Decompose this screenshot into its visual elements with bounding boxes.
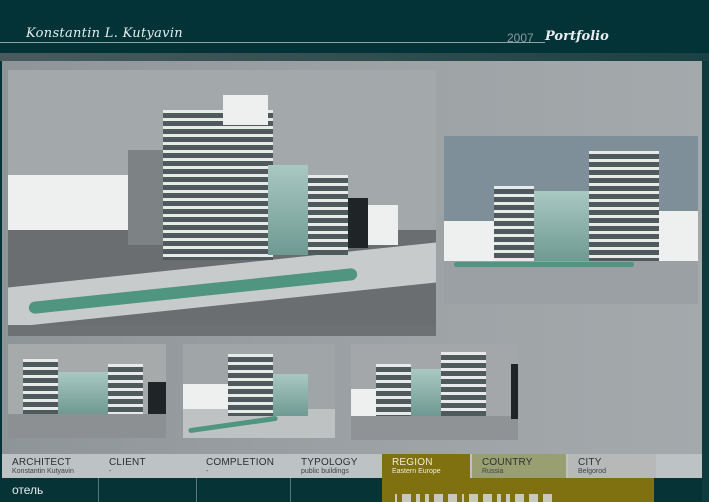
typology-label: TYPOLOGY — [301, 457, 358, 468]
bar — [448, 494, 457, 502]
city-label: CITY — [578, 457, 602, 468]
bar — [462, 494, 464, 502]
decorative-bars — [395, 494, 552, 502]
building-left — [376, 364, 411, 416]
completion-value: - — [206, 468, 209, 475]
project-info-bar: ARCHITECT Konstantin Kutyavin CLIENT - C… — [2, 454, 702, 502]
region-value: Eastern Europe — [392, 468, 441, 475]
architect-label: ARCHITECT — [12, 457, 72, 468]
building-wing-right — [308, 175, 348, 255]
building-atrium — [268, 165, 308, 255]
plaza — [444, 261, 698, 304]
bar — [434, 494, 443, 502]
bar — [402, 494, 411, 502]
portfolio-year: 2007 — [507, 31, 534, 45]
info-architect: ARCHITECT Konstantin Kutyavin — [2, 454, 99, 478]
bar — [395, 494, 397, 502]
portfolio-title: Portfolio — [545, 29, 609, 44]
side-render-image[interactable] — [444, 136, 698, 304]
background-building-right — [654, 211, 698, 266]
building-tower — [228, 354, 273, 416]
bar — [497, 494, 501, 502]
background-building — [444, 221, 494, 266]
road — [8, 414, 166, 438]
bar — [469, 494, 478, 502]
client-label: CLIENT — [109, 457, 146, 468]
typology-value: public buildings — [301, 468, 349, 475]
neighbour-building-2 — [368, 205, 398, 245]
bar — [515, 494, 524, 502]
building-tower — [163, 110, 273, 260]
author-name: Konstantin L. Kutyavin — [26, 26, 183, 41]
architect-value: Konstantin Kutyavin — [12, 468, 74, 475]
building-wing-left — [128, 150, 168, 245]
thumbnail-front[interactable] — [8, 344, 166, 438]
grass-strip — [454, 262, 634, 267]
header-band — [0, 53, 709, 61]
header: Konstantin L. Kutyavin 2007 Portfolio — [0, 0, 709, 53]
road — [351, 416, 518, 440]
region-label: REGION — [392, 457, 433, 468]
building-right — [108, 364, 143, 414]
header-divider — [0, 42, 545, 43]
country-value: Russia — [482, 468, 504, 475]
main-render-image[interactable] — [8, 70, 436, 336]
building-tower-right — [589, 151, 659, 261]
project-name: отель — [12, 483, 44, 497]
bar — [543, 494, 552, 502]
completion-label: COMPLETION — [206, 457, 275, 468]
neighbour-building — [148, 382, 166, 414]
info-country: COUNTRY Russia — [472, 454, 566, 478]
info-typology: TYPOLOGY public buildings — [291, 454, 381, 478]
info-completion: COMPLETION - — [196, 454, 291, 478]
building-atrium — [534, 191, 589, 261]
footer-divider — [196, 478, 197, 502]
country-label: COUNTRY — [482, 457, 533, 468]
info-city: CITY Belgorod — [568, 454, 656, 478]
background-building — [8, 175, 128, 230]
footer-divider — [98, 478, 99, 502]
neighbour-building — [348, 198, 368, 248]
building-right — [441, 352, 486, 416]
building-center — [58, 372, 108, 414]
thumbnail-corner[interactable] — [183, 344, 335, 438]
city-value: Belgorod — [578, 468, 607, 475]
info-client: CLIENT - — [99, 454, 196, 478]
neighbour-building — [511, 364, 518, 419]
building-wing — [273, 374, 308, 416]
thumbnail-perspective[interactable] — [351, 344, 518, 440]
bar — [425, 494, 429, 502]
client-value: - — [109, 468, 112, 475]
building-tower-left — [494, 186, 534, 261]
bar — [529, 494, 538, 502]
building-center — [411, 369, 441, 416]
bar — [416, 494, 420, 502]
right-edge — [702, 61, 709, 502]
image-shadow — [8, 325, 436, 336]
building-top — [223, 95, 268, 125]
bar — [483, 494, 492, 502]
footer-divider — [290, 478, 291, 502]
building-left — [23, 359, 58, 414]
bar — [506, 494, 510, 502]
